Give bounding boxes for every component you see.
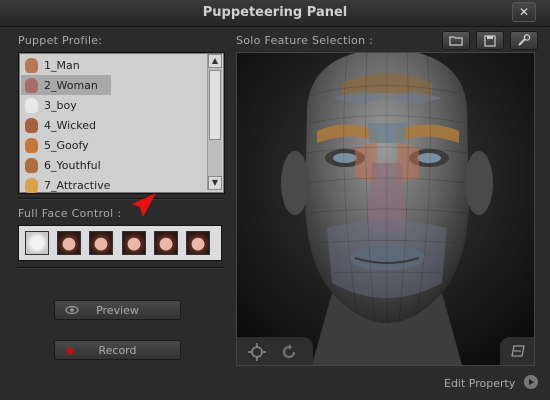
profile-item[interactable]: 6_Youthful (21, 155, 206, 175)
female-head-icon (25, 77, 38, 93)
save-button[interactable] (476, 31, 504, 50)
profile-label: 5_Goofy (44, 138, 89, 152)
solo-feature-selection-label: Solo Feature Selection : (236, 34, 374, 47)
scroll-up-button[interactable]: ▲ (208, 54, 222, 68)
scroll-thumb[interactable] (209, 70, 221, 140)
male-head-icon (25, 57, 38, 73)
title-bar: Puppeteering Panel ✕ (0, 0, 550, 27)
folder-icon (449, 36, 463, 46)
close-icon: ✕ (518, 5, 530, 19)
face-thumb-4-icon[interactable] (154, 231, 178, 255)
face-thumb-2-icon[interactable] (89, 231, 113, 255)
divider (18, 198, 223, 200)
full-face-control-label: Full Face Control : (18, 207, 122, 220)
window-title: Puppeteering Panel (202, 5, 348, 20)
profile-label: 7_Attractive (44, 178, 111, 192)
profile-item[interactable]: 5_Goofy (21, 135, 206, 155)
profile-list-scrollbar[interactable]: ▲ ▼ (207, 54, 222, 190)
reset-icon[interactable] (281, 344, 297, 360)
profile-label: 6_Youthful (44, 158, 101, 172)
wrench-icon (518, 34, 531, 46)
scroll-down-button[interactable]: ▼ (208, 176, 222, 190)
layout-icon[interactable] (509, 344, 525, 358)
face-model-render[interactable] (237, 53, 534, 365)
face-thumb-3-icon[interactable] (122, 231, 146, 255)
divider (18, 267, 223, 269)
edit-property-label[interactable]: Edit Property (444, 377, 515, 390)
profile-item[interactable]: 4_Wicked (21, 115, 206, 135)
face-thumb-neutral-icon[interactable] (25, 231, 49, 255)
record-label: Record (98, 343, 137, 357)
record-button[interactable]: Record (54, 340, 181, 360)
profile-label: 1_Man (44, 58, 80, 72)
edit-property-expand-icon[interactable] (524, 375, 538, 389)
face-feature-viewport[interactable] (236, 52, 535, 366)
face-thumb-1-icon[interactable] (57, 231, 81, 255)
preview-button[interactable]: Preview (54, 300, 181, 320)
profile-item[interactable]: 7_Attractive (21, 175, 206, 195)
preview-label: Preview (96, 303, 139, 317)
red-arrow-icon (132, 193, 156, 217)
profile-list-items: 1_Man 2_Woman 3_boy 4_Wicked 5_Goofy 6_Youthf… (21, 55, 206, 195)
full-face-control-strip (18, 225, 222, 261)
record-dot-icon (66, 347, 74, 355)
profile-item[interactable]: 1_Man (21, 55, 206, 75)
move-icon[interactable] (247, 342, 267, 362)
goofy-head-icon (25, 137, 38, 153)
viewport-option-tray (500, 337, 534, 365)
boy-head-icon (25, 97, 38, 113)
attractive-head-icon (25, 177, 38, 193)
play-icon (529, 379, 534, 385)
open-folder-button[interactable] (442, 31, 470, 50)
puppeteering-panel-window: Puppeteering Panel ✕ Puppet Profile: 1_M… (0, 0, 550, 400)
profile-label: 4_Wicked (44, 118, 96, 132)
youthful-head-icon (25, 157, 38, 173)
settings-button[interactable] (510, 31, 538, 50)
puppet-profile-list[interactable]: 1_Man 2_Woman 3_boy 4_Wicked 5_Goofy 6_Youthf… (18, 52, 225, 194)
puppet-profile-label: Puppet Profile: (18, 34, 103, 47)
wicked-head-icon (25, 117, 38, 133)
disk-icon (484, 34, 496, 47)
close-button[interactable]: ✕ (512, 2, 536, 22)
profile-label: 2_Woman (44, 78, 98, 92)
profile-item[interactable]: 3_boy (21, 95, 206, 115)
viewport-nav-tray (237, 337, 313, 365)
eye-icon (65, 305, 79, 315)
profile-label: 3_boy (44, 98, 77, 112)
face-thumb-5-icon[interactable] (186, 231, 210, 255)
profile-item[interactable]: 2_Woman (21, 75, 111, 95)
